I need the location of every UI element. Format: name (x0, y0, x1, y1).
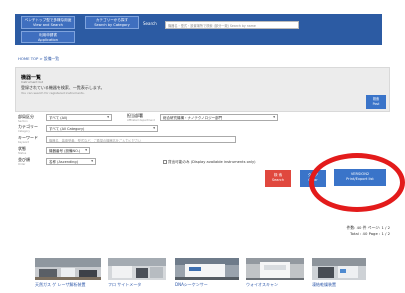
dept-select[interactable]: すべて (All) ▾ (46, 114, 112, 121)
category-label: カテゴリー Category (18, 124, 38, 133)
list-item-caption[interactable]: ウォイオスキャン (246, 282, 278, 288)
search-label: Search (143, 21, 157, 26)
result-count-en: Total : 40 Page : 1 / 2 (349, 231, 390, 236)
category-select[interactable]: すべて (All Category) ▾ (46, 125, 158, 132)
search-button-label-en: Search (271, 178, 285, 182)
list-item[interactable]: DNAシーケンサー (175, 258, 239, 288)
list-item[interactable]: 凍結乾燥装置 (312, 258, 366, 288)
post-button-label-en: Post (372, 101, 380, 106)
keyword-input[interactable]: 機器名、装置型番、型式など、ご希望の機器名をご入力ください (46, 136, 236, 143)
available-only-checkbox[interactable] (163, 160, 167, 164)
chevron-down-icon: ▾ (153, 126, 155, 130)
top-navigation-bar: ベンチトップ型で多様な用途 View and Search カテゴリーから探す … (15, 14, 382, 45)
keyword-label: キーワード Keyword (18, 135, 38, 144)
application-label-en: Application (37, 37, 59, 42)
list-item[interactable]: フロ サイトメータ (108, 258, 166, 288)
lab-equipment-photo (108, 258, 166, 280)
list-item-caption[interactable]: DNAシーケンサー (175, 282, 208, 288)
list-item-caption[interactable]: 天然ガス ゲ レーザ解析装置 (35, 282, 85, 288)
org-label: 担当部署 Affiliated department (127, 113, 155, 122)
chevron-down-icon: ▾ (91, 159, 93, 163)
status-label: 状態 Status (18, 146, 27, 155)
header-search-input[interactable]: 機器名・型式・設置場所で検索 (部分一致) Search by name (165, 21, 299, 29)
lab-equipment-photo (246, 258, 304, 280)
list-item-caption[interactable]: 凍結乾燥装置 (312, 282, 336, 288)
view-and-search-label-en: View and Search (33, 22, 63, 27)
page-subtitle: Instrument list (21, 80, 43, 84)
search-by-category-label-en: Search by Category (94, 22, 130, 27)
lab-equipment-photo (35, 258, 101, 280)
page-heading-panel: 機器一覧 Instrument list 登録されている機器を検索、一覧表示しま… (15, 67, 390, 112)
status-select[interactable]: 機器番号 (設備NO.) ▾ (46, 147, 90, 154)
search-button[interactable]: 検 索 Search (265, 170, 291, 187)
view-and-search-label: ベンチトップ型で多様な用途 (24, 18, 72, 22)
dept-label: 部局区分 Section (18, 114, 34, 123)
post-button[interactable]: 検索 Post (366, 95, 386, 109)
available-only-checkbox-row[interactable]: 貸出可能のみ (Display available instruments on… (163, 160, 256, 165)
chevron-down-icon: ▾ (107, 115, 109, 119)
lab-equipment-photo (312, 258, 366, 280)
result-count-info: 件数: 40 件 ページ: 1 / 2 Total : 40 Page : 1 … (347, 225, 390, 237)
order-select[interactable]: 名称 (Ascending) ▾ (46, 158, 96, 165)
highlight-circle-annotation (309, 153, 405, 212)
org-select[interactable]: 総合研究機構・ナノテクノロジー部門 ▾ (160, 114, 278, 121)
list-item[interactable]: 天然ガス ゲ レーザ解析装置 (35, 258, 101, 288)
chevron-down-icon: ▾ (85, 148, 87, 152)
search-by-category-button[interactable]: カテゴリーから探す Search by Category (85, 16, 139, 29)
view-and-search-button[interactable]: ベンチトップ型で多様な用途 View and Search (21, 16, 75, 29)
available-only-label: 貸出可能のみ (Display available instruments on… (168, 160, 256, 164)
application-button[interactable]: 利用申請書 Application (21, 31, 75, 43)
chevron-down-icon: ▾ (273, 115, 275, 119)
list-item-caption[interactable]: フロ サイトメータ (108, 282, 141, 288)
page-description-en: You can search for registered instrument… (21, 91, 85, 95)
lab-equipment-photo (175, 258, 239, 280)
order-label: 並び順 Order (18, 157, 30, 166)
breadcrumb[interactable]: HOME TOP > 設備一覧 (18, 56, 59, 62)
list-item[interactable]: ウォイオスキャン (246, 258, 304, 288)
